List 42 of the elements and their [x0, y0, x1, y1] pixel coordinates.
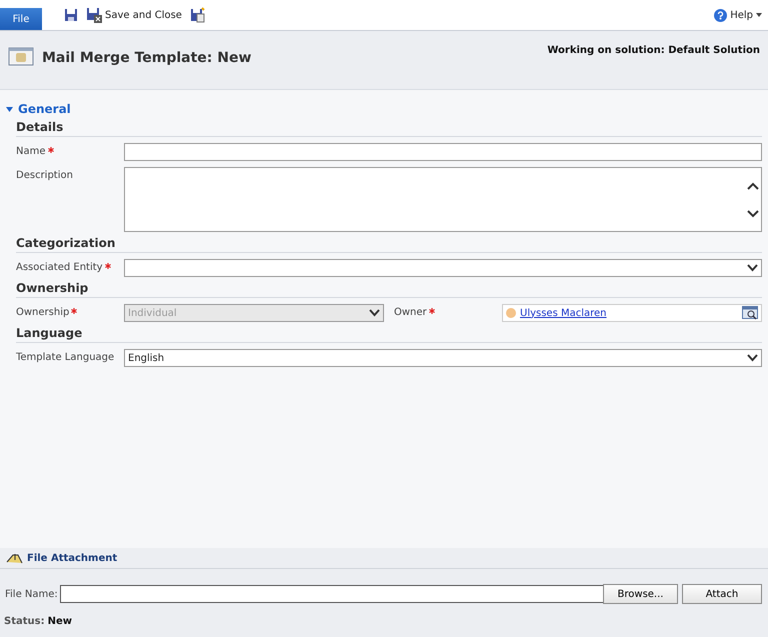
field-label: Ownership	[16, 304, 124, 318]
save-and-close-button[interactable]: Save and Close	[86, 7, 182, 23]
lookup-field[interactable]: Ulysses Maclaren	[502, 304, 762, 322]
lookup-icon[interactable]	[742, 306, 758, 320]
required-icon	[48, 147, 54, 153]
required-icon	[71, 308, 78, 314]
save-new-icon[interactable]	[190, 7, 205, 23]
field-label: Description	[16, 169, 74, 181]
general-tab-header[interactable]: General	[6, 102, 71, 116]
owner-link[interactable]: Ulysses Maclaren	[520, 308, 742, 318]
help-icon	[714, 8, 728, 22]
description-field[interactable]	[124, 167, 762, 232]
caret-icon	[756, 13, 762, 17]
required-icon	[104, 263, 111, 269]
page-title: Mail Merge Template: New	[42, 50, 252, 66]
scroll-arrows-icon[interactable]	[747, 182, 759, 218]
section-title: Details	[16, 120, 762, 137]
field-label: Template Language	[16, 351, 116, 363]
collapse-arrow-icon	[6, 106, 13, 112]
browse-button[interactable]: Browse...	[603, 584, 678, 604]
solution-label: Working on solution: Default Solution	[547, 45, 760, 56]
help-button[interactable]: Help	[714, 8, 762, 22]
section-title: Ownership	[16, 281, 762, 298]
file-name-field[interactable]	[60, 585, 603, 603]
save-icon[interactable]	[64, 8, 78, 22]
dropdown-field[interactable]	[124, 259, 762, 277]
attach-button[interactable]: Attach	[682, 584, 762, 604]
field-label: Associated Entity	[16, 259, 124, 273]
section-title: Categorization	[16, 236, 762, 253]
section-title: Language	[16, 326, 762, 343]
attachment-title: File Attachment	[27, 552, 118, 564]
file-tab[interactable]: File	[0, 8, 42, 30]
status-value: New	[48, 616, 72, 627]
name-field[interactable]	[124, 143, 762, 161]
field-label: Owner	[394, 304, 502, 318]
save-close-icon	[86, 7, 102, 23]
user-icon	[506, 308, 516, 318]
required-icon	[428, 308, 435, 314]
status-label: Status:	[4, 616, 45, 627]
field-label: Name	[16, 143, 124, 157]
file-name-label: File Name:	[5, 588, 58, 600]
dropdown-field[interactable]: English	[124, 349, 762, 367]
